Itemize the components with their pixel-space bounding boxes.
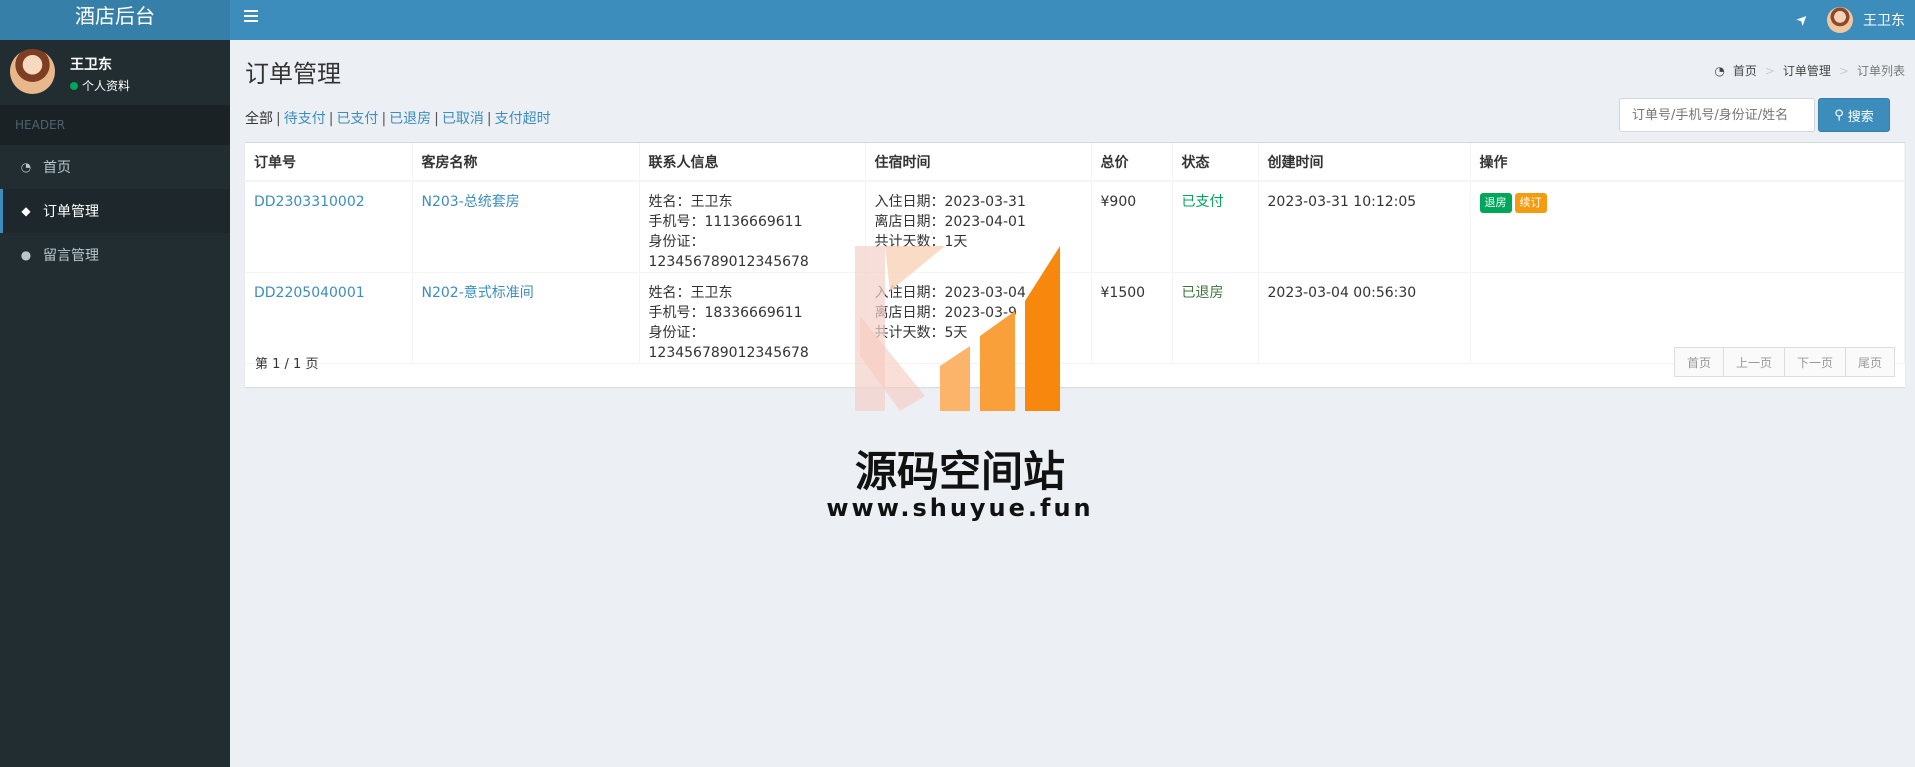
user-profile-link[interactable]: 个人资料: [70, 77, 130, 94]
sidebar-item-messages[interactable]: ● 留言管理: [0, 233, 230, 277]
order-number-link[interactable]: DD2303310002: [254, 194, 365, 210]
table-row: DD2303310002 N203-总统套房 姓名：王卫东 手机号：111366…: [245, 181, 1905, 273]
breadcrumb-separator: >: [1764, 63, 1775, 78]
pagination: 首页 上一页 下一页 尾页: [1673, 347, 1895, 377]
sidebar-item-label: 订单管理: [43, 204, 99, 220]
sidebar-item-orders[interactable]: ◆ 订单管理: [0, 189, 230, 233]
contact-phone: 手机号：11136669611: [648, 214, 803, 230]
orders-table-box: 订单号 客房名称 联系人信息 住宿时间 总价 状态 创建时间 操作 DD2303…: [245, 142, 1905, 387]
total-price: ¥900: [1091, 181, 1173, 273]
table-row: DD2205040001 N202-意式标准间 姓名：王卫东 手机号：18336…: [245, 272, 1905, 364]
pagination-info: 第 1 / 1 页: [255, 357, 319, 372]
checkin-date: 入住日期：2023-03-31: [874, 194, 1026, 210]
user-panel-name: 王卫东: [70, 57, 112, 73]
main-content: 订单管理 ◔ 首页 > 订单管理 > 订单列表 全部 | 待支付 | 已支付 | 已退房 | 已…: [230, 40, 1915, 767]
order-number-link[interactable]: DD2205040001: [254, 285, 365, 301]
checkin-date: 入住日期：2023-03-04: [874, 285, 1026, 301]
page-title: 订单管理: [245, 60, 341, 88]
order-status: 已支付: [1181, 194, 1224, 210]
tag-icon: ◆: [21, 204, 31, 218]
column-header: 客房名称: [412, 143, 640, 182]
status-filters: 全部 | 待支付 | 已支付 | 已退房 | 已取消 | 支付超时: [245, 111, 551, 127]
first-page-button[interactable]: 首页: [1673, 347, 1724, 377]
navbar-right: ➤ 王卫东: [1793, 0, 1905, 40]
sidebar-item-label: 留言管理: [43, 248, 99, 264]
sidebar-header: HEADER: [0, 105, 230, 145]
filter-pending[interactable]: 待支付: [284, 111, 326, 127]
location-arrow-icon[interactable]: ➤: [1793, 10, 1813, 30]
column-header: 总价: [1091, 143, 1173, 182]
next-page-button[interactable]: 下一页: [1783, 347, 1846, 377]
comment-icon: ●: [20, 248, 32, 262]
last-page-button[interactable]: 尾页: [1844, 347, 1895, 377]
contact-name: 姓名：王卫东: [648, 194, 733, 210]
filter-checked-out[interactable]: 已退房: [389, 111, 431, 127]
top-navbar: ➤ 王卫东: [230, 0, 1915, 40]
column-header: 订单号: [245, 143, 413, 182]
column-header: 联系人信息: [639, 143, 866, 182]
checkout-date: 离店日期：2023-03-9: [874, 305, 1017, 321]
user-panel-avatar: [10, 49, 55, 94]
checkout-button[interactable]: 退房: [1479, 193, 1512, 213]
filter-cancelled[interactable]: 已取消: [442, 111, 484, 127]
prev-page-button[interactable]: 上一页: [1722, 347, 1785, 377]
dashboard-icon: ◔: [20, 160, 32, 174]
contact-phone: 手机号：18336669611: [648, 305, 803, 321]
orders-table: 订单号 客房名称 联系人信息 住宿时间 总价 状态 创建时间 操作 DD2303…: [245, 143, 1905, 364]
online-status-icon: [70, 81, 78, 90]
sidebar: 王卫东 个人资料 HEADER ◔ 首页 ◆ 订单管理 ● 留言管理: [0, 40, 230, 767]
total-price: ¥1500: [1091, 272, 1173, 364]
table-header-row: 订单号 客房名称 联系人信息 住宿时间 总价 状态 创建时间 操作: [245, 143, 1905, 182]
breadcrumb-orders[interactable]: 订单管理: [1783, 62, 1831, 79]
checkout-date: 离店日期：2023-04-01: [874, 214, 1026, 230]
breadcrumb-home[interactable]: 首页: [1733, 62, 1757, 79]
stay-days: 共计天数：1天: [874, 234, 968, 250]
column-header: 住宿时间: [865, 143, 1092, 182]
contact-name: 姓名：王卫东: [648, 285, 733, 301]
sidebar-item-home[interactable]: ◔ 首页: [0, 145, 230, 189]
stay-days: 共计天数：5天: [874, 325, 968, 341]
breadcrumb-separator: >: [1838, 63, 1849, 78]
contact-id: 身份证：123456789012345678: [648, 234, 809, 270]
user-panel: 王卫东 个人资料: [0, 40, 230, 105]
filter-timeout[interactable]: 支付超时: [495, 111, 551, 127]
filter-paid[interactable]: 已支付: [336, 111, 378, 127]
filter-all[interactable]: 全部: [245, 111, 273, 127]
breadcrumb: ◔ 首页 > 订单管理 > 订单列表: [1714, 62, 1905, 79]
search-icon: ⚲: [1834, 107, 1844, 123]
search-button-label: 搜索: [1847, 109, 1874, 125]
user-profile-label: 个人资料: [82, 79, 131, 93]
sidebar-toggle-icon[interactable]: [244, 10, 258, 22]
contact-id: 身份证：123456789012345678: [648, 325, 809, 361]
sidebar-item-label: 首页: [43, 160, 71, 176]
order-status: 已退房: [1181, 285, 1224, 301]
user-menu[interactable]: 王卫东: [1827, 7, 1905, 33]
renew-button[interactable]: 续订: [1514, 193, 1547, 213]
app-logo[interactable]: 酒店后台: [0, 0, 230, 40]
created-time: 2023-03-04 00:56:30: [1258, 272, 1471, 364]
column-header: 操作: [1470, 143, 1905, 182]
dashboard-icon: ◔: [1714, 63, 1725, 78]
column-header: 状态: [1172, 143, 1259, 182]
search-button[interactable]: ⚲ 搜索: [1818, 98, 1890, 132]
room-name-link[interactable]: N203-总统套房: [422, 194, 520, 210]
search-input[interactable]: [1619, 98, 1815, 132]
user-menu-name: 王卫东: [1863, 13, 1905, 29]
breadcrumb-current: 订单列表: [1856, 64, 1905, 78]
user-avatar: [1827, 7, 1853, 33]
room-name-link[interactable]: N202-意式标准间: [422, 285, 534, 301]
column-header: 创建时间: [1258, 143, 1471, 182]
created-time: 2023-03-31 10:12:05: [1258, 181, 1471, 273]
